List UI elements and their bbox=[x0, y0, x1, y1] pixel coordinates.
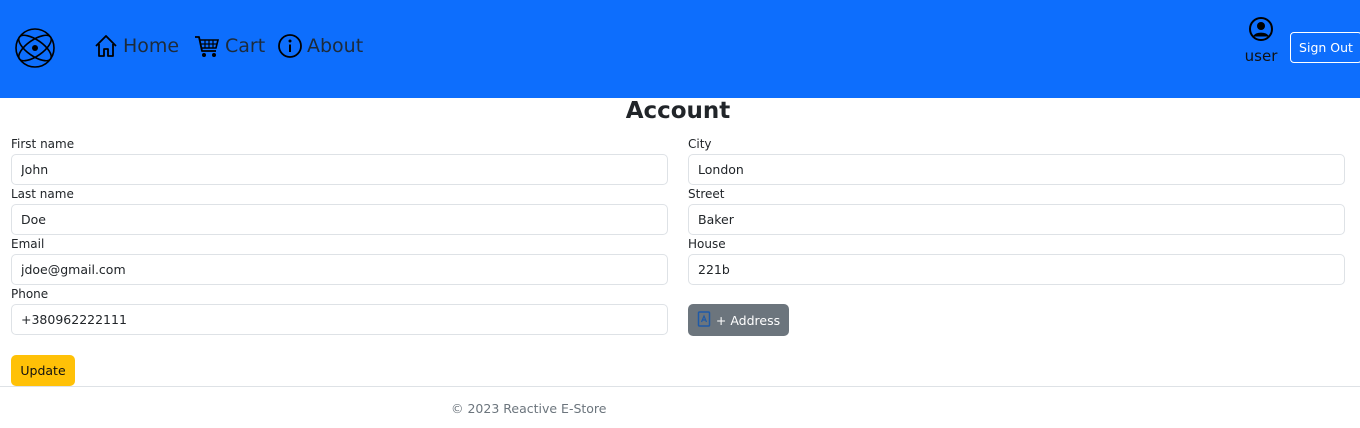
nav-about-link[interactable]: About bbox=[277, 30, 363, 62]
nav-home-label: Home bbox=[123, 35, 180, 57]
nav-cart-label: Cart bbox=[225, 35, 266, 57]
address-book-icon bbox=[697, 310, 711, 330]
house-input[interactable] bbox=[688, 254, 1345, 285]
nav-about-label: About bbox=[307, 35, 364, 57]
user-menu[interactable]: user bbox=[1240, 16, 1282, 65]
atom-logo-icon[interactable] bbox=[13, 26, 57, 70]
first-name-input[interactable] bbox=[11, 154, 668, 185]
street-input[interactable] bbox=[688, 204, 1345, 235]
add-address-label: + Address bbox=[715, 312, 781, 328]
page-title: Account bbox=[625, 98, 731, 124]
footer-divider bbox=[0, 386, 1360, 387]
add-address-button[interactable]: + Address bbox=[688, 304, 789, 336]
phone-input[interactable] bbox=[11, 304, 668, 335]
nav-home-link[interactable]: Home bbox=[93, 30, 179, 62]
street-label: Street bbox=[688, 187, 725, 201]
city-label: City bbox=[688, 137, 712, 151]
city-input[interactable] bbox=[688, 154, 1345, 185]
sign-out-button[interactable]: Sign Out bbox=[1290, 32, 1360, 63]
footer-copyright: © 2023 Reactive E-Store bbox=[451, 401, 607, 416]
user-name: user bbox=[1244, 47, 1278, 65]
last-name-label: Last name bbox=[11, 187, 74, 201]
phone-label: Phone bbox=[11, 287, 49, 301]
first-name-label: First name bbox=[11, 137, 75, 151]
email-label: Email bbox=[11, 237, 45, 251]
update-button[interactable]: Update bbox=[11, 355, 75, 386]
info-icon bbox=[277, 33, 303, 59]
user-circle-icon bbox=[1248, 16, 1274, 46]
home-icon bbox=[93, 33, 119, 59]
nav-cart-link[interactable]: Cart bbox=[193, 30, 265, 62]
house-label: House bbox=[688, 237, 726, 251]
email-input[interactable] bbox=[11, 254, 668, 285]
last-name-input[interactable] bbox=[11, 204, 668, 235]
navbar: Home Cart About user Sign Out bbox=[0, 0, 1360, 98]
cart-icon bbox=[193, 33, 221, 59]
